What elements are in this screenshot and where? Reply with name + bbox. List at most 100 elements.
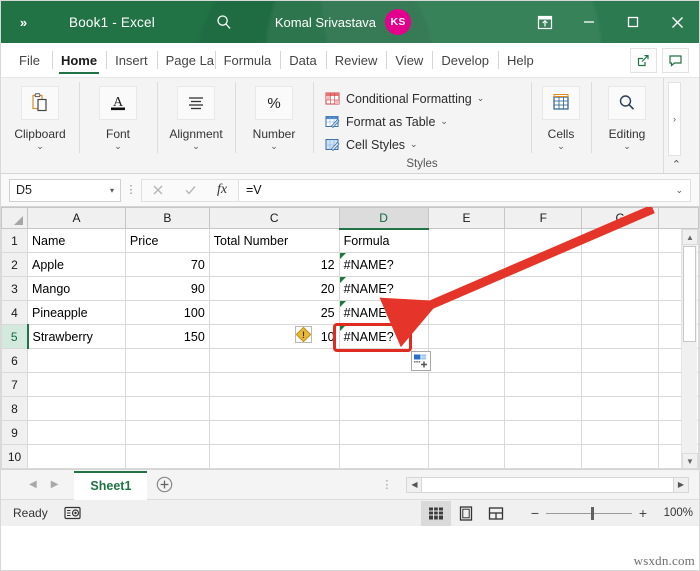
cell-a4[interactable]: Pineapple [28,301,126,325]
chevron-down-icon[interactable]: ⌄ [477,93,485,104]
cell-b3[interactable]: 90 [125,277,209,301]
ribbon-overflow-button[interactable]: › [668,82,681,156]
cell-c8[interactable] [209,397,339,421]
cell-d4[interactable]: #NAME? [339,301,428,325]
sheet-nav-next-icon[interactable]: ▶ [51,479,59,490]
minimize-icon[interactable] [567,1,611,43]
tab-view[interactable]: View [386,43,432,77]
cell-e5[interactable] [428,325,505,349]
zoom-level-label[interactable]: 100% [659,507,699,519]
editing-search-icon[interactable] [608,86,646,120]
formula-input[interactable]: =V ⌄ [238,179,691,202]
page-layout-view-button[interactable] [451,501,481,526]
cell-f3[interactable] [505,277,582,301]
cell-f1[interactable] [505,229,582,253]
cell-g6[interactable] [582,349,659,373]
vertical-scrollbar-thumb[interactable] [683,246,696,342]
account-name[interactable]: Komal Srivastava [275,15,376,30]
row-header-1[interactable]: 1 [2,229,28,253]
cell-e9[interactable] [428,421,505,445]
cell-g2[interactable] [582,253,659,277]
cell-f5[interactable] [505,325,582,349]
zoom-slider[interactable]: − + [527,505,651,521]
cell-c9[interactable] [209,421,339,445]
chevron-down-icon[interactable]: ⌄ [623,142,631,150]
cell-c7[interactable] [209,373,339,397]
cell-b8[interactable] [125,397,209,421]
chevron-down-icon[interactable]: ▾ [110,186,114,195]
close-icon[interactable] [655,1,699,43]
sheet-bar-grip[interactable]: ⋮ [381,480,392,490]
cell-f10[interactable] [505,445,582,469]
conditional-formatting-button[interactable]: Conditional Formatting ⌄ [325,87,484,110]
collapse-ribbon-icon[interactable]: ⌃ [672,158,681,171]
cell-c3[interactable]: 20 [209,277,339,301]
cell-d2[interactable]: #NAME? [339,253,428,277]
insert-function-icon[interactable]: fx [206,180,238,201]
chevron-down-icon[interactable]: ⌄ [36,142,44,150]
row-header-5[interactable]: 5 [2,325,28,349]
tab-help[interactable]: Help [498,43,543,77]
chevron-down-icon[interactable]: ⌄ [270,142,278,150]
row-header-9[interactable]: 9 [2,421,28,445]
cell-b9[interactable] [125,421,209,445]
column-header-e[interactable]: E [428,208,505,229]
row-header-3[interactable]: 3 [2,277,28,301]
cell-e6[interactable] [428,349,505,373]
row-header-8[interactable]: 8 [2,397,28,421]
cell-e7[interactable] [428,373,505,397]
avatar[interactable]: KS [385,9,411,35]
column-header-b[interactable]: B [125,208,209,229]
column-header-h-partial[interactable] [659,208,699,229]
add-sheet-button[interactable] [147,476,181,493]
tab-insert[interactable]: Insert [106,43,157,77]
row-header-4[interactable]: 4 [2,301,28,325]
cell-b5[interactable]: 150 [125,325,209,349]
tab-review[interactable]: Review [326,43,387,77]
cell-b4[interactable]: 100 [125,301,209,325]
restore-icon[interactable] [611,1,655,43]
cell-c1[interactable]: Total Number [209,229,339,253]
cell-a5[interactable]: Strawberry [28,325,126,349]
cell-g4[interactable] [582,301,659,325]
cell-g1[interactable] [582,229,659,253]
cell-d3[interactable]: #NAME? [339,277,428,301]
cell-e1[interactable] [428,229,505,253]
tab-formulas[interactable]: Formula [215,43,281,77]
column-header-a[interactable]: A [28,208,126,229]
cell-f6[interactable] [505,349,582,373]
ribbon-group-cells[interactable]: Cells ⌄ [531,78,591,173]
alignment-icon[interactable] [177,86,215,120]
scroll-up-button[interactable]: ▲ [682,229,698,245]
cell-styles-button[interactable]: Cell Styles ⌄ [325,133,418,156]
column-header-f[interactable]: F [505,208,582,229]
tab-page-layout[interactable]: Page La [157,43,215,77]
scroll-down-button[interactable]: ▼ [682,453,698,469]
cell-d10[interactable] [339,445,428,469]
cell-a9[interactable] [28,421,126,445]
cell-e4[interactable] [428,301,505,325]
clipboard-icon[interactable] [21,86,59,120]
column-header-d[interactable]: D [339,208,428,229]
cell-a8[interactable] [28,397,126,421]
font-icon[interactable]: A [99,86,137,120]
cell-d9[interactable] [339,421,428,445]
percent-icon[interactable]: % [255,86,293,120]
cell-g9[interactable] [582,421,659,445]
cell-a2[interactable]: Apple [28,253,126,277]
cell-e8[interactable] [428,397,505,421]
cell-a6[interactable] [28,349,126,373]
cell-f9[interactable] [505,421,582,445]
cell-d1[interactable]: Formula [339,229,428,253]
ribbon-group-alignment[interactable]: Alignment ⌄ [157,78,235,173]
ribbon-group-number[interactable]: % Number ⌄ [235,78,313,173]
zoom-in-button[interactable]: + [635,505,651,521]
cell-g5[interactable] [582,325,659,349]
ribbon-group-clipboard[interactable]: Clipboard ⌄ [1,78,79,173]
zoom-out-button[interactable]: − [527,505,543,521]
hscroll-right-button[interactable]: ▶ [673,477,689,493]
chevron-down-icon[interactable]: ⌄ [410,139,418,150]
expand-formula-bar-icon[interactable]: ⌄ [675,185,683,196]
cell-g10[interactable] [582,445,659,469]
cell-e3[interactable] [428,277,505,301]
